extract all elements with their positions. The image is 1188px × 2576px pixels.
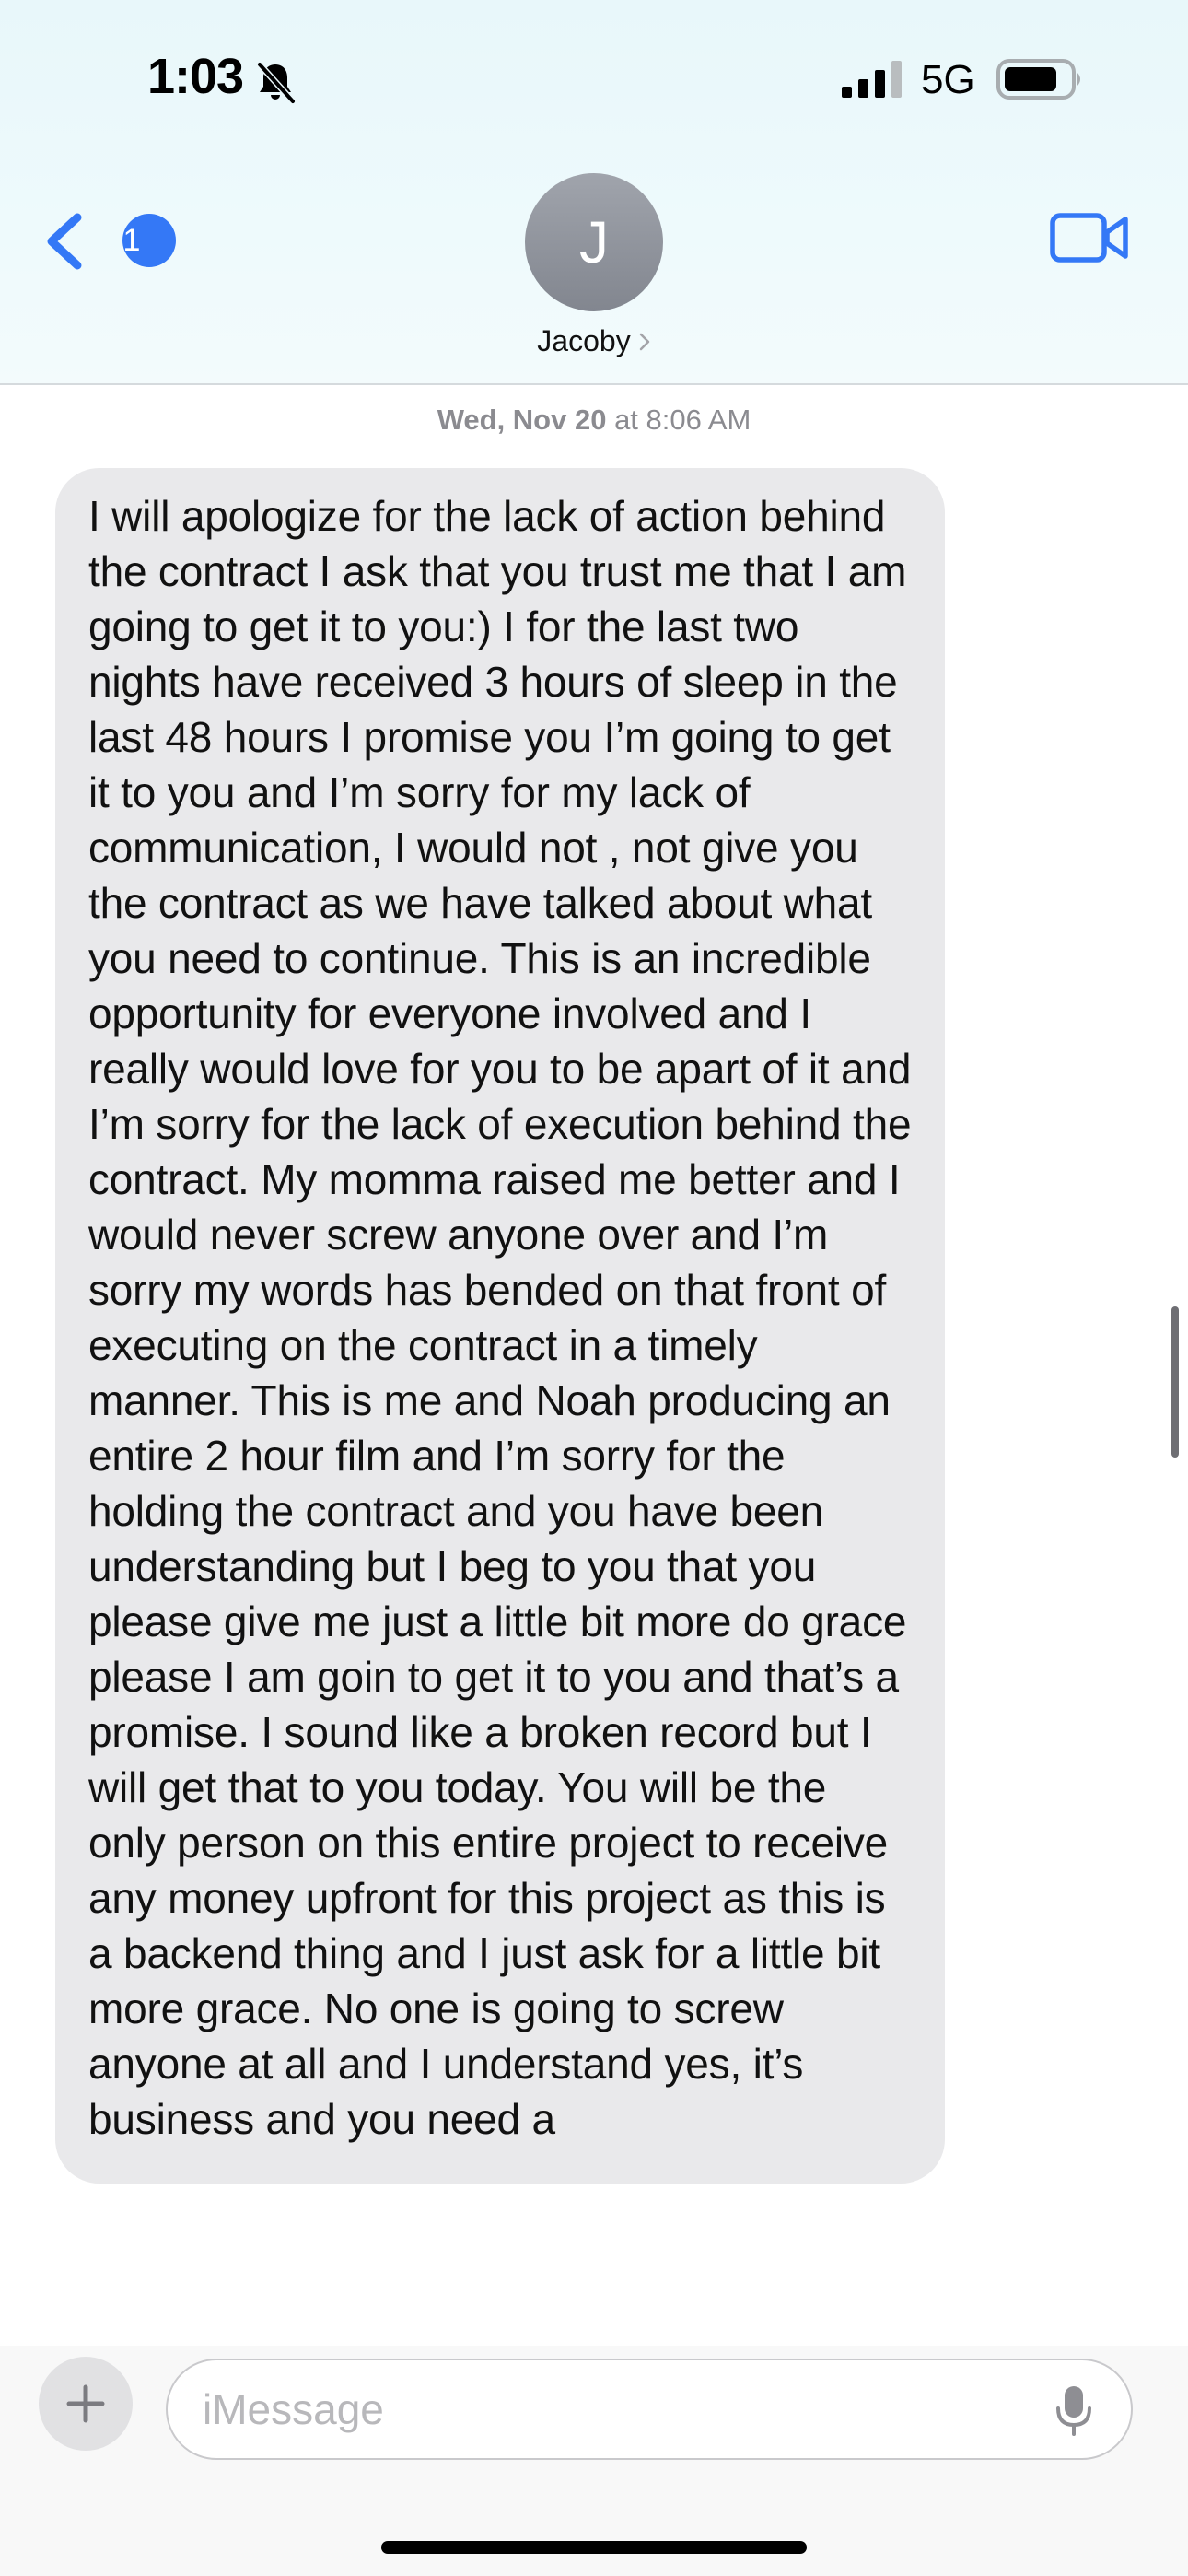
unread-count: 1 [122, 222, 141, 258]
network-type: 5G [921, 57, 975, 102]
chevron-left-icon [47, 213, 82, 270]
video-camera-icon[interactable] [1050, 210, 1129, 265]
status-time: 1:03 [147, 49, 244, 104]
bell-slash-icon [257, 62, 296, 104]
message-list[interactable]: I will apologize for the lack of action … [0, 387, 1188, 2346]
battery-icon [996, 59, 1080, 100]
home-indicator[interactable] [381, 2541, 807, 2554]
conversation-header: 1:03 5G 1 J Jacoby [0, 0, 1188, 385]
contact-name-button[interactable]: Jacoby [0, 324, 1188, 358]
cellular-signal-icon [842, 61, 902, 98]
plus-icon [66, 2384, 105, 2423]
incoming-message-bubble[interactable]: I will apologize for the lack of action … [55, 468, 945, 2184]
back-button[interactable]: 1 [42, 205, 176, 275]
chevron-right-icon [639, 333, 649, 350]
avatar[interactable]: J [525, 173, 663, 311]
scroll-indicator[interactable] [1171, 1306, 1179, 1458]
imessage-input[interactable] [166, 2359, 1133, 2460]
apps-plus-button[interactable] [39, 2357, 133, 2451]
microphone-icon[interactable] [1054, 2384, 1094, 2436]
contact-name: Jacoby [537, 324, 631, 357]
